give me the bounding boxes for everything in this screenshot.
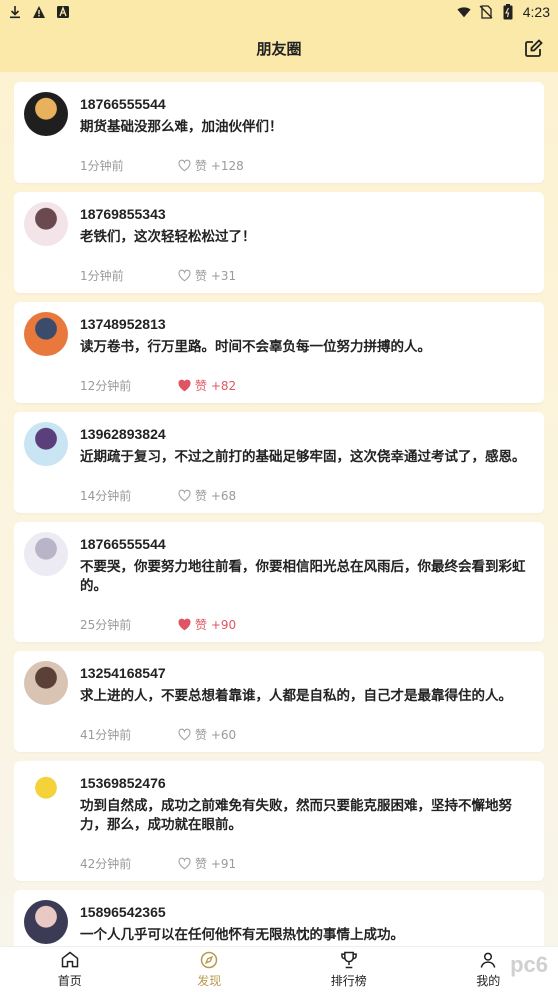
post-card[interactable]: 18769855343 老铁们，这次轻轻松松过了！ 1分钟前 赞 +31: [14, 192, 544, 293]
post-username[interactable]: 13254168547: [80, 665, 532, 681]
post-text: 不要哭，你要努力地往前看，你要相信阳光总在风雨后，你最终会看到彩虹的。: [80, 559, 526, 594]
trophy-icon: [340, 951, 357, 969]
post-time: 1分钟前: [80, 158, 124, 173]
edit-icon[interactable]: [524, 38, 544, 58]
post-username[interactable]: 18766555544: [80, 96, 532, 112]
like-count: 赞 +68: [195, 488, 237, 503]
app-notification-icon: [56, 5, 70, 19]
warning-icon: [32, 5, 46, 19]
post-text: 求上进的人，不要总想着靠谁，人都是自私的，自己才是最靠得住的人。: [80, 688, 512, 704]
heart-icon: [178, 159, 191, 171]
tab-label: 发现: [197, 974, 222, 988]
post-time: 12分钟前: [80, 378, 132, 393]
post-feed[interactable]: 18766555544 期货基础没那么难，加油伙伴们！ 1分钟前 赞 +128 …: [14, 82, 544, 946]
avatar[interactable]: [24, 661, 68, 705]
status-time: 4:23: [522, 4, 550, 20]
post-username[interactable]: 15369852476: [80, 775, 532, 791]
post-time: 1分钟前: [80, 268, 124, 283]
heart-icon: [178, 618, 191, 630]
like-count: 赞 +60: [195, 727, 237, 742]
tab-compass[interactable]: 发现: [140, 947, 280, 992]
post-username[interactable]: 15896542365: [80, 904, 532, 920]
post-meta: 41分钟前 赞 +60: [80, 726, 532, 742]
app-header: 朋友圈: [0, 24, 558, 72]
like-button[interactable]: 赞 +68: [178, 487, 236, 504]
tab-label: 排行榜: [330, 974, 367, 988]
avatar[interactable]: [24, 771, 68, 815]
post-username[interactable]: 13748952813: [80, 316, 532, 332]
post-card[interactable]: 15896542365 一个人几乎可以在任何他怀有无限热忱的事情上成功。: [14, 890, 544, 946]
post-meta: 25分钟前 赞 +90: [80, 616, 532, 632]
post-card[interactable]: 15369852476 功到自然成，成功之前难免有失败，然而只要能克服困难，坚持…: [14, 761, 544, 881]
like-button[interactable]: 赞 +128: [178, 157, 244, 174]
like-button[interactable]: 赞 +90: [178, 616, 236, 633]
post-text: 功到自然成，成功之前难免有失败，然而只要能克服困难，坚持不懈地努力，那么，成功就…: [80, 798, 512, 833]
like-button[interactable]: 赞 +60: [178, 726, 236, 743]
post-time: 42分钟前: [80, 856, 132, 871]
like-button[interactable]: 赞 +91: [178, 855, 236, 872]
post-text: 近期疏于复习，不过之前打的基础足够牢固，这次侥幸通过考试了，感恩。: [80, 449, 526, 465]
avatar[interactable]: [24, 422, 68, 466]
like-button[interactable]: 赞 +82: [178, 377, 236, 394]
status-bar: 4:23: [0, 0, 558, 24]
post-meta: 1分钟前 赞 +31: [80, 267, 532, 283]
post-card[interactable]: 18766555544 期货基础没那么难，加油伙伴们！ 1分钟前 赞 +128: [14, 82, 544, 183]
post-card[interactable]: 13748952813 读万卷书，行万里路。时间不会辜负每一位努力拼搏的人。 1…: [14, 302, 544, 403]
heart-icon: [178, 728, 191, 740]
post-time: 25分钟前: [80, 617, 132, 632]
heart-icon: [178, 269, 191, 281]
avatar[interactable]: [24, 900, 68, 944]
no-sim-icon: [479, 5, 493, 19]
heart-icon: [178, 857, 191, 869]
post-card[interactable]: 13962893824 近期疏于复习，不过之前打的基础足够牢固，这次侥幸通过考试…: [14, 412, 544, 513]
post-meta: 1分钟前 赞 +128: [80, 157, 532, 173]
avatar[interactable]: [24, 202, 68, 246]
post-card[interactable]: 13254168547 求上进的人，不要总想着靠谁，人都是自私的，自己才是最靠得…: [14, 651, 544, 752]
compass-icon: [201, 951, 218, 969]
like-count: 赞 +90: [195, 617, 237, 632]
user-icon: [480, 952, 496, 968]
tab-label: 我的: [476, 974, 501, 988]
page-title: 朋友圈: [256, 39, 302, 58]
like-count: 赞 +128: [195, 158, 244, 173]
post-meta: 14分钟前 赞 +68: [80, 487, 532, 503]
download-icon: [8, 5, 22, 19]
battery-icon: [501, 4, 515, 20]
post-meta: 42分钟前 赞 +91: [80, 855, 532, 871]
avatar[interactable]: [24, 92, 68, 136]
post-text: 老铁们，这次轻轻松松过了！: [80, 229, 256, 245]
home-icon: [61, 951, 78, 968]
like-count: 赞 +91: [195, 856, 237, 871]
tab-trophy[interactable]: 排行榜: [279, 947, 419, 992]
post-username[interactable]: 13962893824: [80, 426, 532, 442]
post-username[interactable]: 18766555544: [80, 536, 532, 552]
bottom-tab-bar: 首页 发现 排行榜 我的: [0, 946, 558, 992]
avatar[interactable]: [24, 312, 68, 356]
heart-icon: [178, 489, 191, 501]
watermark: pc6: [510, 952, 548, 977]
post-time: 41分钟前: [80, 727, 132, 742]
like-count: 赞 +82: [195, 378, 237, 393]
post-username[interactable]: 18769855343: [80, 206, 532, 222]
like-button[interactable]: 赞 +31: [178, 267, 236, 284]
avatar[interactable]: [24, 532, 68, 576]
post-text: 读万卷书，行万里路。时间不会辜负每一位努力拼搏的人。: [80, 339, 431, 355]
tab-label: 首页: [57, 974, 82, 988]
post-text: 一个人几乎可以在任何他怀有无限热忱的事情上成功。: [80, 927, 404, 943]
like-count: 赞 +31: [195, 268, 237, 283]
heart-icon: [178, 379, 191, 391]
post-time: 14分钟前: [80, 488, 132, 503]
wifi-icon: [457, 5, 471, 19]
post-text: 期货基础没那么难，加油伙伴们！: [80, 119, 283, 135]
post-card[interactable]: 18766555544 不要哭，你要努力地往前看，你要相信阳光总在风雨后，你最终…: [14, 522, 544, 642]
tab-home[interactable]: 首页: [0, 947, 140, 992]
post-meta: 12分钟前 赞 +82: [80, 377, 532, 393]
